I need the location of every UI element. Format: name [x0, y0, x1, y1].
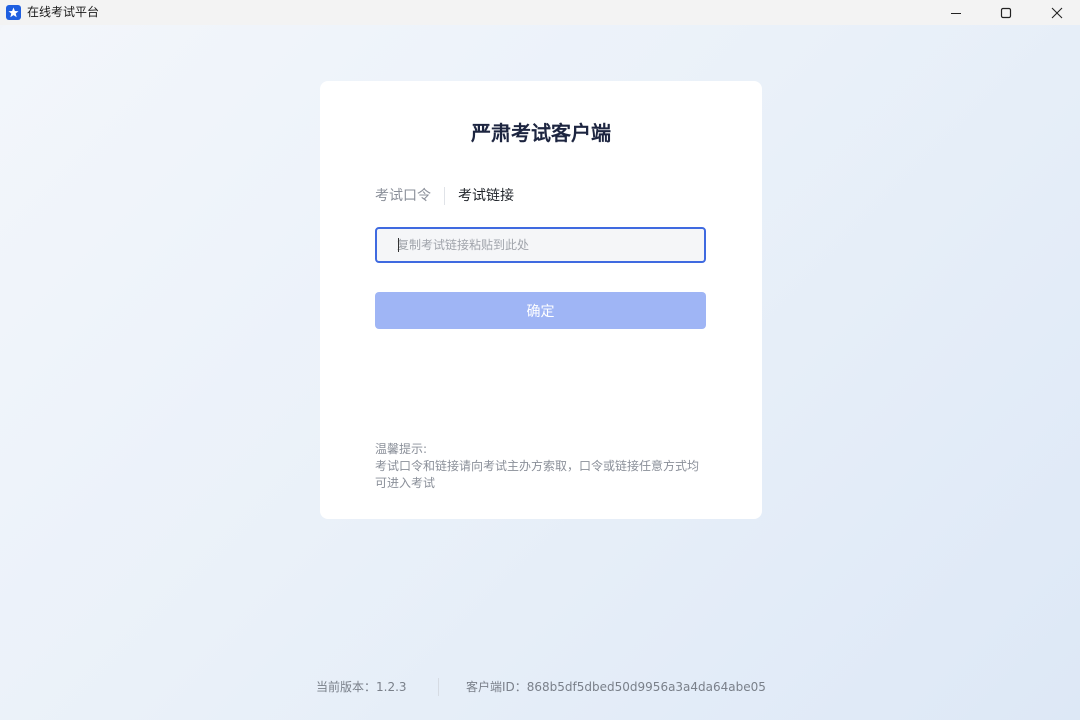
footer-divider	[438, 678, 439, 696]
tips-block: 温馨提示: 考试口令和链接请向考试主办方索取，口令或链接任意方式均可进入考试	[375, 441, 710, 492]
login-mode-tabs: 考试口令 考试链接	[375, 186, 514, 206]
login-card: 严肃考试客户端 考试口令 考试链接 确定 温馨提示: 考试口令和链接请向考试主办…	[320, 81, 762, 519]
version-label: 当前版本：1.2.3	[316, 680, 407, 694]
confirm-button[interactable]: 确定	[375, 292, 706, 329]
tips-body: 考试口令和链接请向考试主办方索取，口令或链接任意方式均可进入考试	[375, 459, 700, 490]
close-icon	[1051, 7, 1063, 18]
page-title: 严肃考试客户端	[471, 121, 611, 145]
tab-divider	[444, 187, 445, 205]
tab-exam-password[interactable]: 考试口令	[375, 186, 431, 206]
exam-link-input[interactable]	[375, 227, 706, 263]
maximize-icon	[1000, 7, 1012, 18]
star-app-icon	[6, 5, 21, 20]
text-caret	[398, 238, 399, 252]
client-id-label: 客户端ID：868b5df5dbed50d9956a3a4da64abe05	[466, 680, 766, 694]
tab-exam-link[interactable]: 考试链接	[458, 186, 514, 206]
tips-heading: 温馨提示:	[375, 442, 428, 456]
minimize-button[interactable]	[931, 0, 981, 25]
close-button[interactable]	[1032, 0, 1080, 25]
window-title: 在线考试平台	[27, 5, 100, 19]
footer: 当前版本：1.2.3 客户端ID：868b5df5dbed50d9956a3a4…	[0, 678, 1080, 696]
minimize-icon	[951, 12, 961, 14]
maximize-button[interactable]	[981, 0, 1031, 25]
window-titlebar: 在线考试平台	[0, 0, 1080, 25]
